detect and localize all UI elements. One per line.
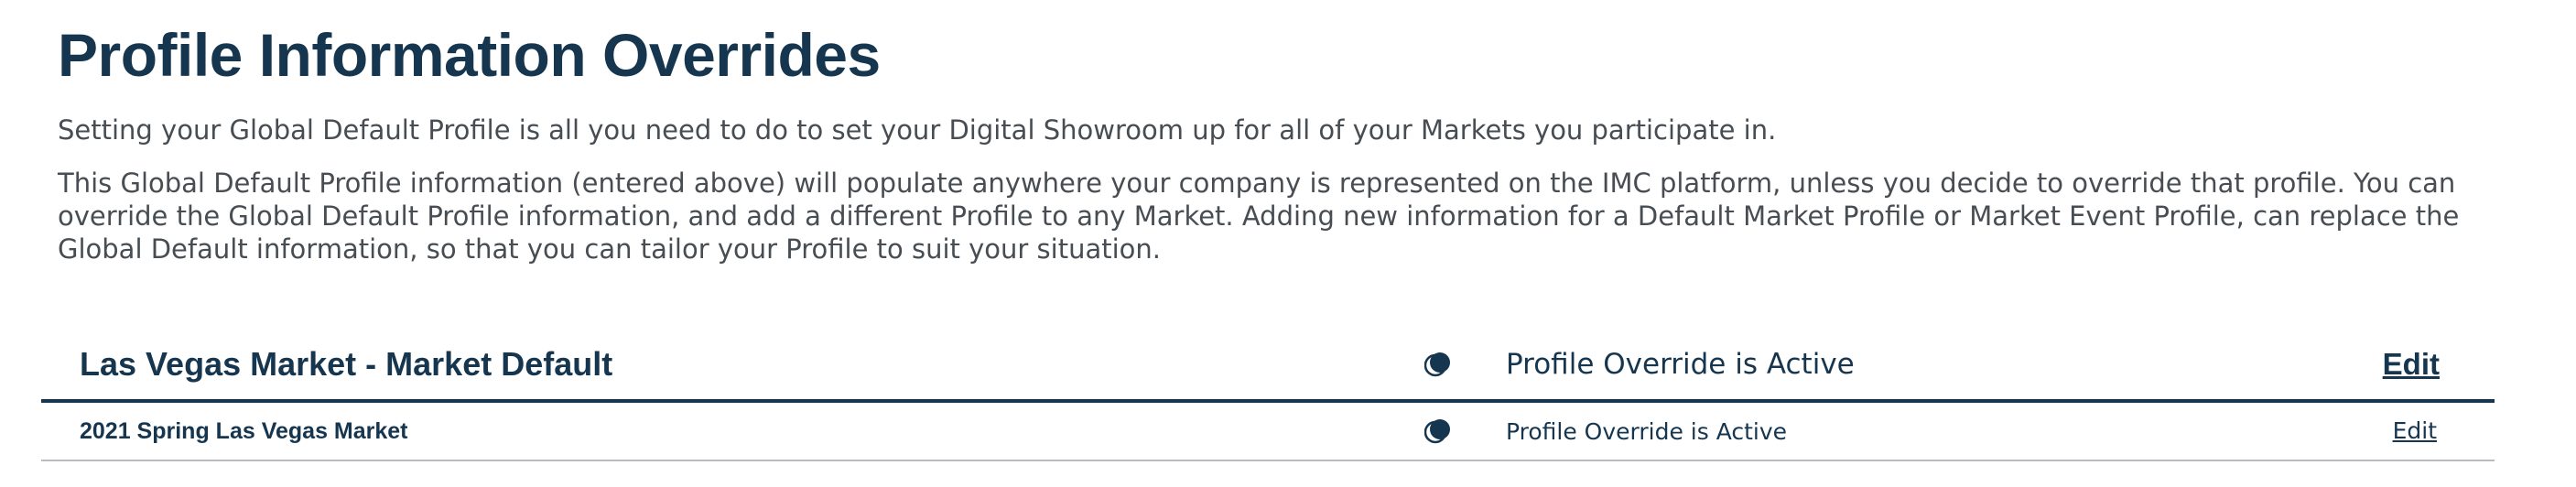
event-override-row: 2021 Spring Las Vegas Market Profile Ove… [41, 403, 2495, 461]
intro-text: Setting your Global Default Profile is a… [58, 114, 1777, 146]
market-override-status: Profile Override is Active [1506, 348, 1855, 381]
market-override-row: Las Vegas Market - Market Default Profil… [41, 330, 2495, 403]
page-title: Profile Information Overrides [58, 21, 881, 89]
override-active-icon [1424, 352, 1450, 377]
override-active-icon [1424, 419, 1450, 444]
market-edit-link[interactable]: Edit [2383, 344, 2440, 384]
intro-details-text: This Global Default Profile information … [58, 168, 2460, 265]
profile-overrides-list: Las Vegas Market - Market Default Profil… [41, 330, 2495, 461]
event-edit-link[interactable]: Edit [2393, 416, 2437, 447]
market-name: Las Vegas Market - Market Default [80, 345, 613, 383]
event-name: 2021 Spring Las Vegas Market [80, 418, 408, 444]
event-override-status: Profile Override is Active [1506, 418, 1788, 445]
